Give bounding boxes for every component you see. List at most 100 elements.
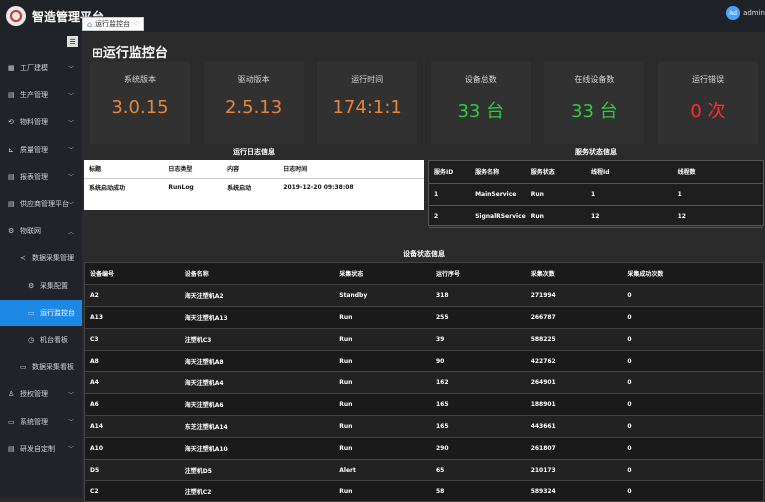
sidebar-item-10[interactable]: ◷ 机台看板 bbox=[0, 327, 82, 353]
table-cell: 210173 bbox=[530, 466, 556, 474]
sidebar-item-label: 运行监控台 bbox=[40, 308, 75, 317]
chevron-icon: ﹀ bbox=[67, 419, 74, 427]
sidebar-item-8[interactable]: ⚙ 采集配置 bbox=[0, 273, 82, 299]
avatar[interactable]: Ad bbox=[726, 6, 741, 20]
table-cell: 系统启动成功 bbox=[89, 184, 126, 192]
collapse-menu-icon[interactable]: ☰ bbox=[67, 36, 78, 47]
menu-icon: ▤ bbox=[8, 200, 15, 208]
user-name[interactable]: admin bbox=[743, 9, 765, 17]
table-cell: 0 bbox=[627, 357, 632, 365]
stat-value: 33 台 bbox=[571, 101, 618, 122]
table-row[interactable]: 2 SignalRService Run 12 12 bbox=[429, 205, 763, 227]
sidebar-item-label: 质量管理 bbox=[20, 145, 48, 154]
table-row[interactable]: A6 海天注塑机A6 Run 165 188901 0 bbox=[85, 394, 763, 416]
table-cell: 0 bbox=[627, 313, 632, 321]
sidebar-item-label: 生产管理 bbox=[20, 91, 48, 100]
table-cell: A13 bbox=[90, 313, 103, 321]
sidebar-item-7[interactable]: ≺ 数据采集管理 ︿ bbox=[0, 245, 82, 271]
tab-label: 运行监控台 bbox=[95, 20, 131, 28]
tab-monitor[interactable]: ⌂ 运行监控台 ♡ bbox=[82, 17, 145, 31]
table-row[interactable]: A10 海天注塑机A10 Run 290 261807 0 bbox=[85, 437, 763, 460]
table-cell: 东芝注塑机A14 bbox=[184, 423, 228, 431]
sidebar-item-13[interactable]: ▭ 系统管理 ﹀ bbox=[0, 409, 82, 435]
chevron-icon: ︿ bbox=[67, 228, 74, 236]
stat-value: 2.5.13 bbox=[224, 97, 283, 118]
sidebar-item-label: 采集配置 bbox=[40, 281, 68, 290]
sidebar-item-9[interactable]: ▭ 运行监控台 bbox=[0, 299, 82, 326]
sidebar: ☰ ▦ 工厂建模 ﹀ ▤ 生产管理 ﹀ ⟲ 物料管理 ﹀ ⊾ 质量管理 ﹀ ▤ 报表管理 ﹀ ▤ 供应商管理平台… bbox=[0, 32, 82, 498]
table-cell: 0 bbox=[627, 444, 632, 452]
table-cell: A4 bbox=[90, 379, 99, 387]
table-cell: 海天注塑机A13 bbox=[184, 314, 228, 322]
table-cell: 0 bbox=[627, 335, 632, 343]
menu-icon: ≺ bbox=[20, 254, 26, 263]
table-cell: 海天注塑机A4 bbox=[184, 380, 224, 388]
chevron-icon: ︿ bbox=[67, 255, 74, 263]
table-row[interactable]: 系统启动成功 RunLog 系统启动 2019-12-20 09:38:08 bbox=[84, 178, 424, 196]
table-cell: 589324 bbox=[530, 488, 556, 496]
table-cell: 系统启动 bbox=[227, 184, 252, 192]
main-content: ⊞运行监控台 系统版本 3.0.15 驱动版本 2.5.13 运行时间 174:1:1 设备… bbox=[82, 32, 765, 502]
page-title: ⊞运行监控台 bbox=[92, 46, 168, 61]
sidebar-item-6[interactable]: ⚙ 物联网 ︿ bbox=[0, 218, 82, 244]
sidebar-item-14[interactable]: ▤ 研发自定制 ﹀ bbox=[0, 436, 82, 462]
column-header: 服务ID bbox=[434, 169, 454, 177]
sidebar-item-label: 数据采集看板 bbox=[32, 363, 74, 372]
sidebar-item-4[interactable]: ▤ 报表管理 ﹀ bbox=[0, 164, 82, 190]
table-cell: Run bbox=[339, 357, 353, 365]
table-cell: RunLog bbox=[168, 183, 194, 191]
sidebar-item-12[interactable]: ♙ 授权管理 ﹀ bbox=[0, 381, 82, 407]
table-cell: Run bbox=[339, 488, 353, 496]
table-cell: A2 bbox=[90, 292, 99, 300]
sidebar-item-3[interactable]: ⊾ 质量管理 ﹀ bbox=[0, 137, 82, 163]
chevron-icon: ﹀ bbox=[67, 119, 74, 127]
column-header: 设备编号 bbox=[90, 271, 115, 279]
table-cell: Run bbox=[530, 190, 544, 198]
close-icon[interactable]: ♡ bbox=[133, 20, 139, 28]
sidebar-item-2[interactable]: ⟲ 物料管理 ﹀ bbox=[0, 109, 82, 135]
table-cell: 海天注塑机A2 bbox=[184, 293, 224, 301]
sidebar-item-11[interactable]: ▭ 数据采集看板 bbox=[0, 354, 82, 380]
device-panel-title: 设备状态信息 bbox=[84, 246, 764, 262]
device-table: 设备编号 设备名称 采集状态 运行序号 采集次数 采集成功次数 A2 海天注塑机A2 Stand… bbox=[84, 262, 764, 502]
sidebar-item-5[interactable]: ▤ 供应商管理平台 ﹀ bbox=[0, 191, 82, 217]
sidebar-item-0[interactable]: ▦ 工厂建模 ﹀ bbox=[0, 55, 82, 81]
header-row: 服务ID 服务名称 服务状态 线程Id 线程数 bbox=[429, 161, 763, 183]
table-row[interactable]: D5 注塑机D5 Alert 65 210173 0 bbox=[85, 459, 763, 481]
table-row[interactable]: C3 注塑机C3 Run 39 588225 0 bbox=[85, 328, 763, 351]
table-cell: 1 bbox=[591, 190, 596, 198]
table-row[interactable]: 1 MainService Run 1 1 bbox=[429, 183, 763, 205]
table-cell: 海天注塑机A8 bbox=[184, 358, 224, 366]
table-cell: 注塑机D5 bbox=[184, 467, 212, 475]
table-row[interactable]: C2 注塑机C2 Run 58 589324 0 bbox=[85, 481, 763, 501]
table-cell: Run bbox=[339, 313, 353, 321]
table-cell: D5 bbox=[90, 466, 100, 474]
table-row[interactable]: A4 海天注塑机A4 Run 162 264901 0 bbox=[85, 371, 763, 394]
user-menu[interactable]: Ad admin bbox=[726, 6, 765, 20]
table-cell: MainService bbox=[475, 190, 517, 198]
table-cell: Run bbox=[530, 212, 544, 220]
table-cell: 海天注塑机A10 bbox=[184, 445, 228, 453]
column-header: 运行序号 bbox=[435, 271, 460, 279]
table-cell: 注塑机C3 bbox=[184, 336, 212, 344]
column-header: 采集状态 bbox=[339, 271, 364, 279]
column-header: 服务状态 bbox=[530, 169, 555, 177]
log-panel-title: 运行日志信息 bbox=[84, 144, 424, 160]
table-row[interactable]: A13 海天注塑机A13 Run 255 266787 0 bbox=[85, 307, 763, 329]
table-cell: 1 bbox=[677, 190, 682, 198]
table-cell: Run bbox=[339, 422, 353, 430]
table-cell: Alert bbox=[339, 466, 356, 474]
table-row[interactable]: A14 东芝注塑机A14 Run 165 443661 0 bbox=[85, 415, 763, 438]
home-icon[interactable]: ⌂ bbox=[87, 20, 92, 29]
sidebar-item-1[interactable]: ▤ 生产管理 ﹀ bbox=[0, 82, 82, 108]
table-cell: 255 bbox=[435, 313, 449, 321]
table-row[interactable]: A2 海天注塑机A2 Standby 318 271994 0 bbox=[85, 284, 763, 307]
menu-icon: ⚙ bbox=[8, 227, 15, 236]
column-header: 线程数 bbox=[677, 169, 696, 177]
table-cell: 39 bbox=[435, 335, 445, 343]
stat-label: 在线设备数 bbox=[574, 75, 615, 84]
table-row[interactable]: A8 海天注塑机A8 Run 90 422762 0 bbox=[85, 350, 763, 372]
stat-value: 3.0.15 bbox=[111, 97, 169, 118]
table-cell: C2 bbox=[90, 488, 99, 496]
menu-icon: ⊾ bbox=[8, 145, 14, 154]
